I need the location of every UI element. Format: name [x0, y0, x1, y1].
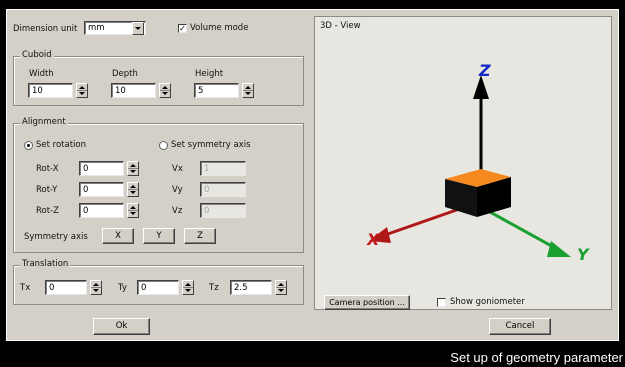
- vx-label: Vx: [172, 164, 183, 174]
- spin-down-icon[interactable]: [130, 212, 136, 215]
- volume-mode-checkbox[interactable]: ✓: [178, 24, 187, 33]
- rot-x-spinner[interactable]: [127, 161, 139, 176]
- rot-y-label: Rot-Y: [36, 185, 58, 195]
- chevron-down-icon[interactable]: [132, 22, 144, 35]
- y-axis-arrowhead: [547, 241, 571, 257]
- ty-spinner[interactable]: [182, 280, 194, 295]
- cuboid-title: Cuboid: [20, 50, 54, 60]
- symmetry-y-button[interactable]: Y: [143, 228, 175, 244]
- width-field[interactable]: 10: [28, 83, 73, 98]
- width-label: Width: [29, 69, 54, 79]
- figure-caption: Set up of geometry parameter: [450, 350, 623, 365]
- x-axis-line: [384, 205, 466, 237]
- ty-field[interactable]: 0: [137, 280, 179, 295]
- tx-label: Tx: [20, 283, 31, 293]
- symmetry-x-button[interactable]: X: [102, 228, 134, 244]
- set-rotation-radio[interactable]: [24, 141, 33, 150]
- spin-up-icon[interactable]: [185, 283, 191, 286]
- ty-label: Ty: [118, 283, 127, 293]
- height-spinner[interactable]: [242, 83, 254, 98]
- rot-y-field[interactable]: 0: [79, 182, 124, 197]
- tz-spinner[interactable]: [275, 280, 287, 295]
- tx-spinner[interactable]: [90, 280, 102, 295]
- volume-mode-label: Volume mode: [190, 23, 249, 33]
- alignment-title: Alignment: [20, 117, 68, 127]
- ok-button[interactable]: Ok: [93, 318, 150, 335]
- y-axis-line: [480, 205, 558, 251]
- z-axis-label: Z: [479, 61, 491, 80]
- geometry-dialog: Dimension unit mm ✓ Volume mode Cuboid W…: [6, 9, 619, 341]
- y-axis-label: Y: [577, 245, 589, 264]
- spin-up-icon[interactable]: [79, 86, 85, 89]
- dimension-unit-value: mm: [88, 23, 105, 33]
- depth-field[interactable]: 10: [111, 83, 156, 98]
- translation-title: Translation: [20, 259, 71, 269]
- show-goniometer-label: Show goniometer: [450, 297, 525, 307]
- spin-down-icon[interactable]: [162, 92, 168, 95]
- symmetry-z-button[interactable]: Z: [184, 228, 216, 244]
- width-spinner[interactable]: [76, 83, 88, 98]
- spin-down-icon[interactable]: [185, 289, 191, 292]
- 3d-view-panel[interactable]: 3D - View Z X Y Camera position ... Show…: [314, 16, 612, 310]
- spin-up-icon[interactable]: [245, 86, 251, 89]
- spin-up-icon[interactable]: [162, 86, 168, 89]
- vx-field[interactable]: 1: [200, 161, 246, 176]
- tx-field[interactable]: 0: [45, 280, 87, 295]
- depth-label: Depth: [112, 69, 138, 79]
- spin-down-icon[interactable]: [278, 289, 284, 292]
- height-field[interactable]: 5: [194, 83, 239, 98]
- vz-field[interactable]: 0: [200, 203, 246, 218]
- cancel-button[interactable]: Cancel: [489, 318, 551, 335]
- tz-field[interactable]: 2.5: [230, 280, 272, 295]
- vz-label: Vz: [172, 206, 183, 216]
- alignment-group: Alignment Set rotation Set symmetry axis…: [13, 117, 304, 253]
- vy-label: Vy: [172, 185, 183, 195]
- rot-x-field[interactable]: 0: [79, 161, 124, 176]
- spin-up-icon[interactable]: [278, 283, 284, 286]
- set-symmetry-label: Set symmetry axis: [171, 140, 251, 150]
- x-axis-label: X: [367, 230, 380, 249]
- spin-up-icon[interactable]: [130, 164, 136, 167]
- rot-z-spinner[interactable]: [127, 203, 139, 218]
- set-symmetry-radio[interactable]: [159, 141, 168, 150]
- symmetry-axis-label: Symmetry axis: [24, 232, 88, 242]
- tz-label: Tz: [209, 283, 219, 293]
- dimension-unit-label: Dimension unit: [13, 24, 78, 34]
- dimension-unit-select[interactable]: mm: [84, 21, 146, 35]
- 3d-axes-canvas[interactable]: [315, 17, 611, 309]
- rot-z-field[interactable]: 0: [79, 203, 124, 218]
- spin-down-icon[interactable]: [130, 191, 136, 194]
- check-mark-icon: ✓: [179, 24, 186, 33]
- spin-up-icon[interactable]: [93, 283, 99, 286]
- spin-up-icon[interactable]: [130, 185, 136, 188]
- rot-y-spinner[interactable]: [127, 182, 139, 197]
- rot-x-label: Rot-X: [36, 164, 59, 174]
- translation-group: Translation Tx 0 Ty 0 Tz 2.5: [13, 259, 304, 305]
- spin-down-icon[interactable]: [79, 92, 85, 95]
- set-rotation-label: Set rotation: [36, 140, 86, 150]
- show-goniometer-checkbox[interactable]: [437, 298, 446, 307]
- height-label: Height: [195, 69, 224, 79]
- spin-down-icon[interactable]: [130, 170, 136, 173]
- spin-down-icon[interactable]: [245, 92, 251, 95]
- spin-down-icon[interactable]: [93, 289, 99, 292]
- rot-z-label: Rot-Z: [36, 206, 59, 216]
- vy-field[interactable]: 0: [200, 182, 246, 197]
- depth-spinner[interactable]: [159, 83, 171, 98]
- spin-up-icon[interactable]: [130, 206, 136, 209]
- cuboid-group: Cuboid Width 10 Depth 10 Height 5: [13, 50, 304, 106]
- camera-position-button[interactable]: Camera position ...: [324, 295, 410, 310]
